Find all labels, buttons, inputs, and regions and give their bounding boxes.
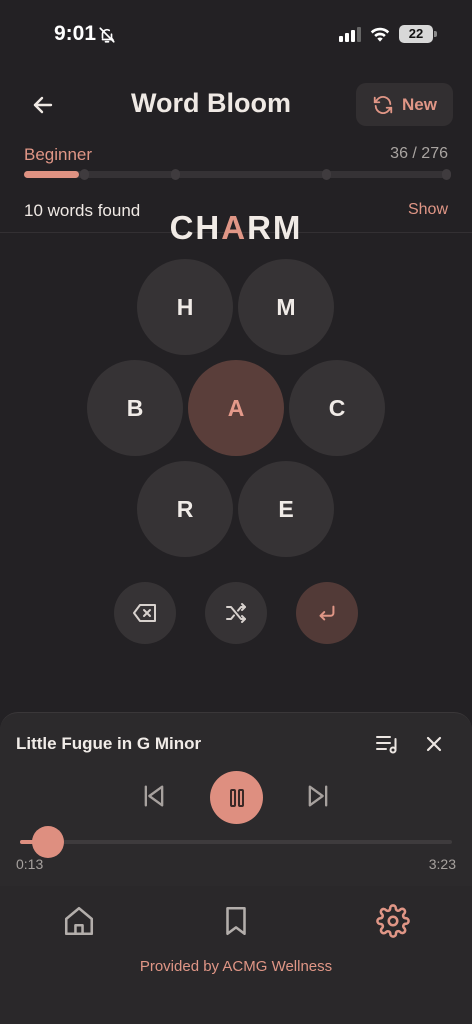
shuffle-icon <box>226 603 246 623</box>
score-counter: 36 / 276 <box>390 145 448 162</box>
delete-icon <box>133 604 156 622</box>
letter-cell[interactable]: E <box>238 461 334 557</box>
shuffle-button[interactable] <box>205 582 267 644</box>
letter-cell[interactable]: R <box>137 461 233 557</box>
elapsed-time: 0:13 <box>16 856 44 872</box>
progress-milestone <box>171 169 180 180</box>
signal-icon <box>339 27 361 42</box>
progress-milestone <box>80 169 89 180</box>
queue-button[interactable] <box>375 733 399 760</box>
previous-button[interactable] <box>140 782 168 815</box>
delete-button[interactable] <box>114 582 176 644</box>
letter-cell[interactable]: B <box>87 360 183 456</box>
letter-cell[interactable]: H <box>137 259 233 355</box>
progress-fill <box>24 171 79 178</box>
progress-milestone <box>322 169 331 180</box>
provided-by-text: Provided by ACMG Wellness <box>139 958 333 975</box>
track-title: Little Fugue in G Minor <box>16 734 202 753</box>
seek-track[interactable] <box>20 840 452 844</box>
enter-icon <box>319 605 335 621</box>
progress-milestone <box>442 169 451 180</box>
close-icon <box>426 736 442 752</box>
current-word-highlight: A <box>221 209 248 246</box>
current-word-suffix: RM <box>247 209 303 246</box>
wifi-icon <box>369 25 391 48</box>
center-letter-cell[interactable]: A <box>188 360 284 456</box>
home-icon <box>64 906 94 936</box>
status-time: 9:01 <box>54 22 97 45</box>
nav-home[interactable] <box>62 904 96 943</box>
letter-cell[interactable]: M <box>238 259 334 355</box>
battery-tip <box>434 31 437 37</box>
next-button[interactable] <box>304 782 332 815</box>
current-word-prefix: CH <box>169 209 222 246</box>
bell-off-icon <box>98 26 116 49</box>
letter-cell[interactable]: C <box>289 360 385 456</box>
new-game-label: New <box>402 94 437 114</box>
enter-button[interactable] <box>296 582 358 644</box>
playlist-icon <box>376 736 397 754</box>
nav-bookmarks[interactable] <box>219 904 253 943</box>
new-game-button[interactable]: New <box>356 83 453 126</box>
level-label: Beginner <box>24 145 93 164</box>
seek-thumb[interactable] <box>32 826 64 858</box>
current-word: CHARM <box>0 209 472 247</box>
pause-button[interactable] <box>210 771 263 824</box>
nav-settings[interactable] <box>376 904 410 943</box>
battery-indicator: 22 <box>399 25 433 43</box>
pause-icon <box>229 788 244 807</box>
gear-icon <box>376 904 410 938</box>
close-player-button[interactable] <box>424 734 444 759</box>
skip-forward-icon <box>308 785 328 807</box>
refresh-icon <box>373 95 393 114</box>
skip-back-icon <box>144 785 164 807</box>
total-time: 3:23 <box>428 856 456 872</box>
bookmark-icon <box>226 906 246 936</box>
